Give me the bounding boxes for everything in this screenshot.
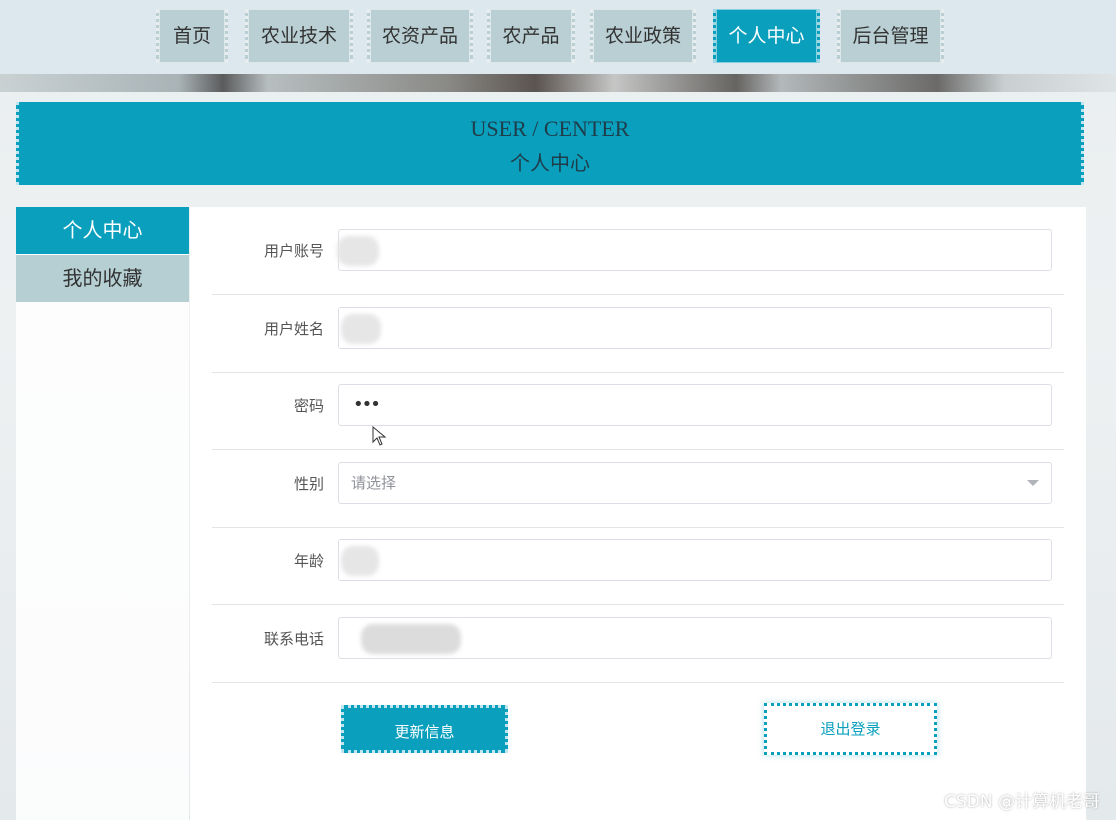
form-row-gender: 性别 请选择 bbox=[212, 451, 1064, 528]
page-header: USER / CENTER 个人中心 bbox=[16, 102, 1084, 185]
logout-button[interactable]: 退出登录 bbox=[764, 703, 937, 755]
nav-item-home[interactable]: 首页 bbox=[156, 9, 228, 63]
account-input[interactable] bbox=[337, 229, 1052, 271]
top-navigation-bar: 首页 农业技术 农资产品 农产品 农业政策 个人中心 后台管理 bbox=[0, 0, 1116, 76]
nav-item-agri-supplies[interactable]: 农资产品 bbox=[367, 9, 473, 63]
profile-form-panel: 用户账号 用户姓名 密码 ••• 性别 请选择 年龄 联系电话 更新信息 退出登… bbox=[190, 207, 1086, 820]
account-label: 用户账号 bbox=[263, 242, 324, 260]
nav-item-agri-products[interactable]: 农产品 bbox=[487, 9, 575, 63]
form-row-name: 用户姓名 bbox=[212, 296, 1064, 373]
form-row-password: 密码 ••• bbox=[212, 373, 1064, 450]
redacted-value bbox=[341, 546, 379, 576]
sidebar-item-user-center[interactable]: 个人中心 bbox=[16, 207, 189, 254]
banner-image-strip bbox=[0, 74, 1116, 92]
phone-input[interactable] bbox=[338, 617, 1052, 659]
nav-item-admin[interactable]: 后台管理 bbox=[837, 9, 944, 63]
form-row-age: 年龄 bbox=[212, 528, 1064, 605]
nav-item-agri-policy[interactable]: 农业政策 bbox=[590, 9, 696, 63]
age-input[interactable] bbox=[338, 539, 1052, 581]
redacted-value bbox=[341, 314, 381, 344]
name-label: 用户姓名 bbox=[263, 320, 324, 338]
mouse-cursor-icon bbox=[372, 426, 387, 446]
sidebar-item-favorites[interactable]: 我的收藏 bbox=[16, 255, 189, 302]
page-title-zh: 个人中心 bbox=[510, 151, 590, 175]
chevron-down-icon bbox=[1027, 480, 1039, 486]
password-value: ••• bbox=[353, 394, 381, 415]
watermark: CSDN @计算机老哥 bbox=[944, 792, 1100, 812]
page-title-en: USER / CENTER bbox=[470, 116, 630, 141]
gender-placeholder: 请选择 bbox=[351, 474, 397, 492]
form-row-account: 用户账号 bbox=[212, 218, 1064, 295]
gender-select[interactable]: 请选择 bbox=[338, 462, 1052, 504]
gender-label: 性别 bbox=[293, 475, 324, 493]
sidebar: 个人中心 我的收藏 bbox=[16, 207, 189, 820]
phone-label: 联系电话 bbox=[263, 630, 324, 648]
main-nav: 首页 农业技术 农资产品 农产品 农业政策 个人中心 后台管理 bbox=[0, 9, 1116, 63]
form-row-phone: 联系电话 bbox=[212, 606, 1064, 683]
nav-item-agri-tech[interactable]: 农业技术 bbox=[245, 9, 353, 63]
password-input[interactable]: ••• bbox=[338, 384, 1052, 426]
update-info-button[interactable]: 更新信息 bbox=[341, 705, 508, 753]
password-label: 密码 bbox=[293, 397, 324, 415]
redacted-value bbox=[337, 236, 379, 266]
redacted-value bbox=[361, 624, 461, 654]
nav-item-user-center[interactable]: 个人中心 bbox=[713, 9, 820, 63]
age-label: 年龄 bbox=[293, 552, 324, 570]
name-input[interactable] bbox=[338, 307, 1052, 349]
